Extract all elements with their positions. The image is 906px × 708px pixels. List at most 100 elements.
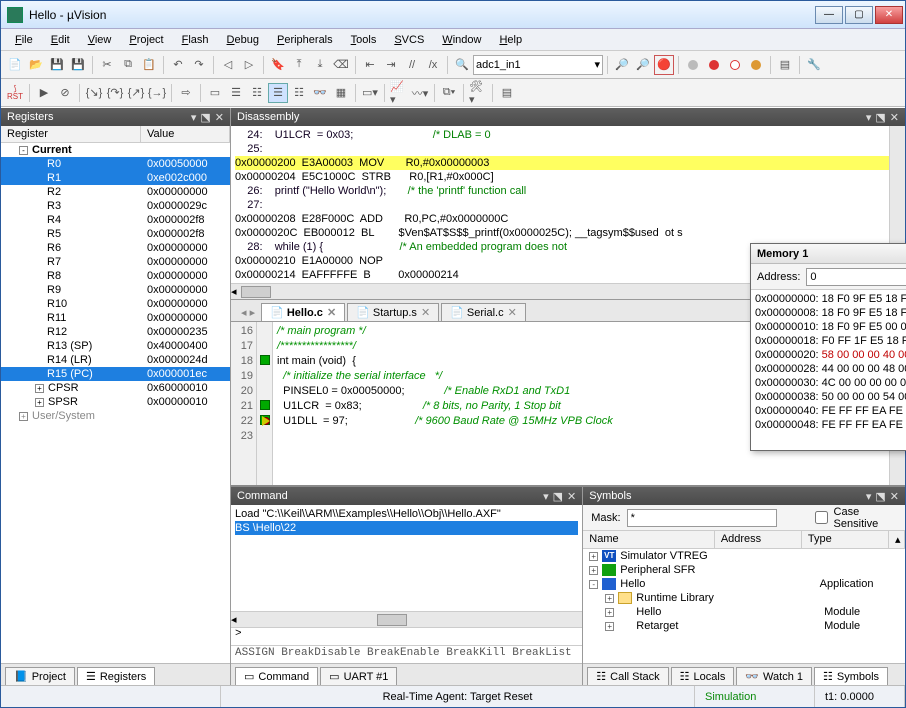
menu-project[interactable]: Project — [121, 32, 171, 48]
registers-col-name[interactable]: Register — [1, 126, 141, 142]
pane-menu-icon[interactable]: ▾ — [543, 490, 549, 503]
symbols-col-type[interactable]: Type — [802, 531, 889, 548]
register-row[interactable]: R10xe002c000 — [1, 171, 230, 185]
symbols-col-address[interactable]: Address — [715, 531, 802, 548]
tab-watch1[interactable]: 👓 Watch 1 — [736, 667, 812, 685]
memory-window-icon[interactable]: ▦ — [331, 83, 351, 103]
breakpoint-disable-icon[interactable] — [725, 55, 745, 75]
close-button[interactable]: ✕ — [875, 6, 903, 24]
symbols-vscroll[interactable]: ▴ — [889, 531, 905, 548]
disassembly-line[interactable]: 25: — [235, 142, 889, 156]
run-icon[interactable]: ▶ — [34, 83, 54, 103]
stop-icon[interactable]: ⊘ — [55, 83, 75, 103]
pane-menu-icon[interactable]: ▾ — [191, 111, 197, 124]
breakpoint-enable-icon[interactable] — [704, 55, 724, 75]
menu-svcs[interactable]: SVCS — [386, 32, 432, 48]
command-window-icon[interactable]: ▭ — [205, 83, 225, 103]
memory-row[interactable]: 0x00000048: FE FF FF EA FE FF FF EA — [755, 418, 906, 432]
register-group-user[interactable]: User/System — [32, 410, 95, 422]
register-row[interactable]: R80x00000000 — [1, 269, 230, 283]
memory-row[interactable]: 0x00000028: 44 00 00 00 48 00 00 00 — [755, 362, 906, 376]
memory-row[interactable]: 0x00000000: 18 F0 9F E5 18 F0 9F E5 — [755, 292, 906, 306]
memory-row[interactable]: 0x00000038: 50 00 00 00 54 00 00 00 — [755, 390, 906, 404]
indent-right-icon[interactable]: ⇥ — [381, 55, 401, 75]
menu-tools[interactable]: Tools — [343, 32, 385, 48]
breakpoint-insert-icon[interactable] — [683, 55, 703, 75]
menu-flash[interactable]: Flash — [174, 32, 217, 48]
tab-registers[interactable]: ☰ Registers — [77, 667, 155, 685]
find-icon[interactable]: 🔎 — [612, 55, 632, 75]
memory-address-input[interactable] — [806, 268, 906, 286]
pane-close-icon[interactable]: ✕ — [567, 490, 576, 503]
menu-peripherals[interactable]: Peripherals — [269, 32, 341, 48]
save-all-icon[interactable]: 💾 — [68, 55, 88, 75]
disassembly-line[interactable]: 26: printf ("Hello World\n"); /* the 'pr… — [235, 184, 889, 198]
disassembly-line[interactable]: 0x0000020C EB000012 BL $Ven$AT$S$$_print… — [235, 226, 889, 240]
step-into-icon[interactable]: {↘} — [84, 83, 104, 103]
search-combo[interactable]: adc1_in1▾ — [473, 55, 603, 75]
redo-icon[interactable]: ↷ — [189, 55, 209, 75]
memory-window[interactable]: Memory 1 ✕ Address: 🔓 0x00000000: 18 F0 … — [750, 243, 906, 451]
breakpoint-kill-icon[interactable] — [746, 55, 766, 75]
symbol-row[interactable]: +Peripheral SFR — [583, 563, 905, 577]
register-row[interactable]: R120x00000235 — [1, 325, 230, 339]
paste-icon[interactable]: 📋 — [139, 55, 159, 75]
menu-debug[interactable]: Debug — [219, 32, 267, 48]
debug-session-icon[interactable]: 🔴 — [654, 55, 674, 75]
disassembly-line[interactable]: 0x00000208 E28F000C ADD R0,PC,#0x0000000… — [235, 212, 889, 226]
configure-icon[interactable]: 🔧 — [804, 55, 824, 75]
symbols-case-checkbox[interactable] — [815, 511, 828, 524]
indent-left-icon[interactable]: ⇤ — [360, 55, 380, 75]
memory-row[interactable]: 0x00000040: FE FF FF EA FE FF FF EA — [755, 404, 906, 418]
command-output[interactable]: Load "C:\\Keil\\ARM\\Examples\\Hello\\Ob… — [231, 505, 582, 611]
watch-window-icon[interactable]: 👓 — [310, 83, 330, 103]
command-input[interactable]: > — [231, 627, 582, 645]
bookmark-clear-icon[interactable]: ⌫ — [331, 55, 351, 75]
show-next-statement-icon[interactable]: ⇨ — [176, 83, 196, 103]
nav-fwd-icon[interactable]: ▷ — [239, 55, 259, 75]
memory-row[interactable]: 0x00000010: 18 F0 9F E5 00 00 A0 E1 — [755, 320, 906, 334]
minimize-button[interactable]: — — [815, 6, 843, 24]
incremental-find-icon[interactable]: 🔎 — [633, 55, 653, 75]
command-line[interactable]: BS \Hello\22 — [235, 521, 578, 535]
register-row[interactable]: R60x00000000 — [1, 241, 230, 255]
reset-icon[interactable]: ⟆RST — [5, 83, 25, 103]
run-to-cursor-icon[interactable]: {→} — [147, 83, 167, 103]
register-row[interactable]: R15 (PC)0x000001ec — [1, 367, 230, 381]
menu-edit[interactable]: Edit — [43, 32, 78, 48]
tab-locals[interactable]: ☷ Locals — [671, 667, 735, 685]
register-row[interactable]: R90x00000000 — [1, 283, 230, 297]
memory-row[interactable]: 0x00000020: 58 00 00 00 40 00 00 00 — [755, 348, 906, 362]
tab-project[interactable]: 📘 Project — [5, 667, 75, 685]
symbol-row[interactable]: +Runtime Library — [583, 591, 905, 605]
registers-window-icon[interactable]: ☰ — [268, 83, 288, 103]
memory-row[interactable]: 0x00000018: F0 FF 1F E5 18 F0 9F E5 — [755, 334, 906, 348]
pane-pin-icon[interactable]: ⬔ — [875, 111, 885, 124]
bookmark-prev-icon[interactable]: ⤒ — [289, 55, 309, 75]
memory-row[interactable]: 0x00000030: 4C 00 00 00 00 00 00 00 — [755, 376, 906, 390]
tab-symbols[interactable]: ☷ Symbols — [814, 667, 888, 685]
disassembly-line[interactable]: 24: U1LCR = 0x03; /* DLAB = 0 — [235, 128, 889, 142]
register-row[interactable]: R00x00050000 — [1, 157, 230, 171]
register-row[interactable]: R13 (SP)0x40000400 — [1, 339, 230, 353]
symbol-row[interactable]: +HelloModule — [583, 605, 905, 619]
memory-view[interactable]: 0x00000000: 18 F0 9F E5 18 F0 9F E5 0x000… — [751, 290, 906, 450]
tab-callstack[interactable]: ☷ Call Stack — [587, 667, 668, 685]
toolbox-icon[interactable]: 🛠▾ — [468, 83, 488, 103]
analysis-window-icon[interactable]: 📈▾ — [389, 83, 409, 103]
pane-menu-icon[interactable]: ▾ — [866, 490, 872, 503]
editor-tab[interactable]: 📄 Hello.c ✕ — [261, 303, 345, 321]
open-file-icon[interactable]: 📂 — [26, 55, 46, 75]
register-row[interactable]: R70x00000000 — [1, 255, 230, 269]
symbol-row[interactable]: +VTSimulator VTREG — [583, 549, 905, 563]
disassembly-line[interactable]: 27: — [235, 198, 889, 212]
register-row[interactable]: R50x000002f8 — [1, 227, 230, 241]
pane-close-icon[interactable]: ✕ — [890, 490, 899, 503]
editor-tab[interactable]: 📄 Startup.s ✕ — [347, 303, 439, 321]
command-hscroll[interactable]: ◂ — [231, 611, 582, 627]
cut-icon[interactable]: ✂ — [97, 55, 117, 75]
tab-command[interactable]: ▭ Command — [235, 667, 318, 685]
registers-col-value[interactable]: Value — [141, 126, 230, 142]
step-out-icon[interactable]: {↗} — [126, 83, 146, 103]
symbols-window-icon[interactable]: ☷ — [247, 83, 267, 103]
